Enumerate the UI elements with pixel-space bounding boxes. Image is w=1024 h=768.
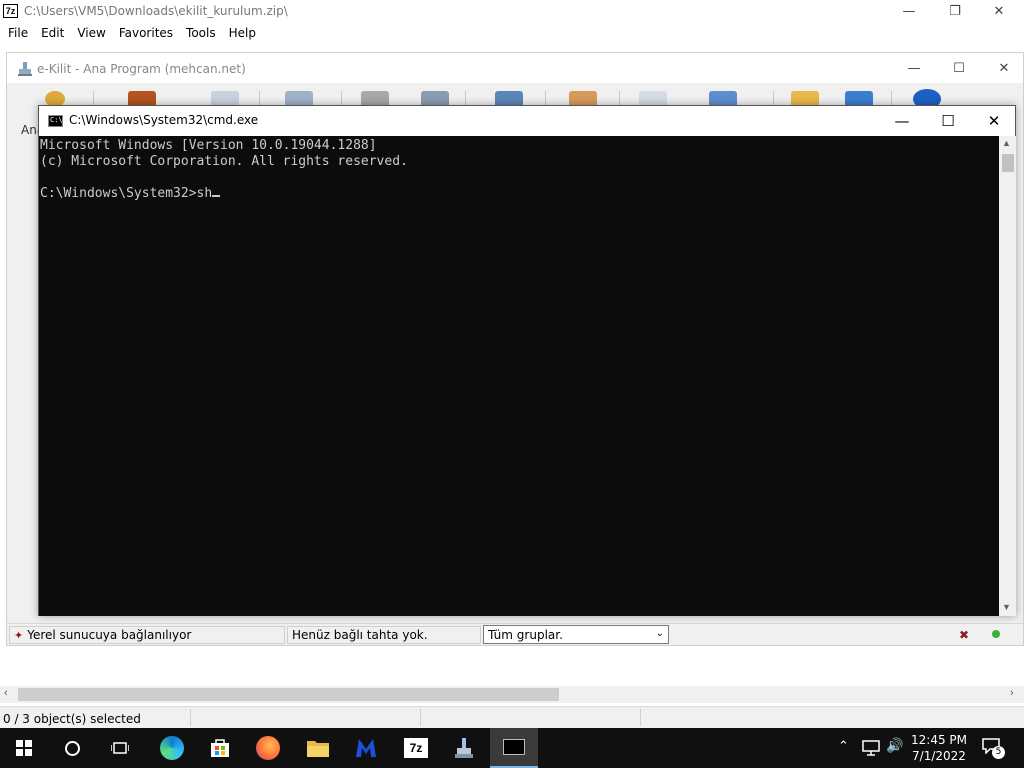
- notification-count-badge: 5: [992, 746, 1005, 759]
- menu-tools[interactable]: Tools: [186, 26, 216, 40]
- menu-edit[interactable]: Edit: [41, 26, 64, 40]
- zip-minimize-button[interactable]: —: [886, 0, 932, 22]
- chevron-down-icon: ⌄: [655, 628, 664, 639]
- taskbar: 7z ⌃ 🔊 12:45 PM 7/1/2022 5: [0, 728, 1024, 768]
- zip-scroll-thumb[interactable]: [18, 688, 559, 701]
- search-button[interactable]: [48, 728, 96, 768]
- group-select-value: Tüm gruplar.: [488, 627, 563, 642]
- ekilit-minimize-button[interactable]: —: [891, 57, 937, 79]
- ekilit-close-button[interactable]: ✕: [981, 57, 1024, 79]
- cmd-scroll-thumb[interactable]: [1002, 154, 1014, 172]
- cmd-minimize-button[interactable]: —: [879, 106, 925, 136]
- taskbar-firefox[interactable]: [244, 728, 292, 768]
- firefox-icon: [256, 736, 280, 760]
- malwarebytes-icon: [356, 739, 376, 757]
- ekilit-title: e-Kilit - Ana Program (mehcan.net): [37, 62, 246, 76]
- status-divider: [190, 709, 191, 726]
- console-line: Microsoft Windows [Version 10.0.19044.12…: [40, 138, 377, 153]
- edge-icon: [160, 736, 184, 760]
- taskbar-file-explorer[interactable]: [294, 728, 342, 768]
- action-center-button[interactable]: 5: [982, 738, 1006, 759]
- file-explorer-icon: [307, 741, 329, 757]
- taskbar-store[interactable]: [196, 728, 244, 768]
- ekilit-app-icon: [18, 62, 32, 76]
- console-prompt: C:\Windows\System32>sh: [40, 186, 213, 201]
- console-output[interactable]: Microsoft Windows [Version 10.0.19044.12…: [39, 136, 999, 616]
- cmd-title: C:\Windows\System32\cmd.exe: [69, 113, 259, 127]
- ekilit-icon: [455, 738, 473, 758]
- ekilit-maximize-button[interactable]: ☐: [936, 57, 982, 79]
- zip-window-title: C:\Users\VM5\Downloads\ekilit_kurulum.zi…: [24, 4, 288, 18]
- status-board-text: Henüz bağlı tahta yok.: [292, 628, 428, 642]
- task-view-button[interactable]: [96, 728, 144, 768]
- taskbar-malwarebytes[interactable]: [342, 728, 390, 768]
- cmd-titlebar: C:\ C:\Windows\System32\cmd.exe — ☐ ✕: [39, 106, 1015, 136]
- store-icon: [211, 739, 229, 757]
- ekilit-titlebar: e-Kilit - Ana Program (mehcan.net) — ☐ ✕: [7, 53, 1023, 83]
- cmd-vertical-scrollbar[interactable]: ▲ ▼: [999, 136, 1016, 616]
- taskbar-ekilit[interactable]: [440, 728, 488, 768]
- status-led-icon: [992, 630, 1000, 638]
- 7zip-logo-icon: 7z: [3, 4, 18, 18]
- status-connection: ✦ Yerel sunucuya bağlanılıyor: [9, 626, 285, 644]
- taskbar-edge[interactable]: [148, 728, 196, 768]
- show-hidden-icons-chevron-icon[interactable]: ⌃: [838, 739, 849, 754]
- clock[interactable]: 12:45 PM 7/1/2022: [908, 732, 970, 764]
- group-select[interactable]: Tüm gruplar. ⌄: [483, 625, 669, 644]
- clock-date: 7/1/2022: [912, 749, 966, 763]
- clock-time: 12:45 PM: [911, 733, 967, 747]
- status-divider: [420, 709, 421, 726]
- scroll-right-arrow-icon[interactable]: ›: [1010, 687, 1014, 699]
- menu-view[interactable]: View: [77, 26, 105, 40]
- disconnected-plug-icon: ✖: [959, 628, 970, 642]
- search-icon: [64, 740, 80, 756]
- zip-menubar: File Edit View Favorites Tools Help: [0, 22, 1024, 44]
- status-connection-text: Yerel sunucuya bağlanılıyor: [27, 628, 192, 642]
- menu-help[interactable]: Help: [229, 26, 256, 40]
- menu-favorites[interactable]: Favorites: [119, 26, 173, 40]
- zip-statusbar: 0 / 3 object(s) selected: [0, 706, 1024, 728]
- windows-logo-icon: [16, 740, 32, 756]
- zip-status-text: 0 / 3 object(s) selected: [3, 712, 141, 726]
- cmd-icon: [503, 739, 525, 755]
- ekilit-statusbar: ✦ Yerel sunucuya bağlanılıyor Henüz bağl…: [7, 623, 1023, 645]
- console-prompt-line: C:\Windows\System32>sh: [40, 186, 999, 202]
- taskbar-cmd[interactable]: [490, 728, 538, 768]
- cmd-window-icon: C:\: [48, 115, 63, 127]
- zip-close-button[interactable]: ✕: [976, 0, 1022, 22]
- cmd-close-button[interactable]: ✕: [971, 106, 1017, 136]
- menu-file[interactable]: File: [8, 26, 28, 40]
- scroll-left-arrow-icon[interactable]: ‹: [4, 687, 8, 699]
- status-divider: [640, 709, 641, 726]
- network-icon[interactable]: [862, 740, 880, 756]
- plug-icon: ✦: [14, 628, 24, 642]
- volume-icon[interactable]: 🔊: [886, 738, 903, 754]
- text-cursor: [212, 195, 221, 197]
- status-board: Henüz bağlı tahta yok.: [287, 626, 481, 644]
- scroll-up-arrow-icon[interactable]: ▲: [1002, 138, 1011, 148]
- console-line: (c) Microsoft Corporation. All rights re…: [40, 154, 408, 169]
- task-view-icon: [111, 742, 129, 754]
- zip-titlebar: 7z C:\Users\VM5\Downloads\ekilit_kurulum…: [0, 0, 1024, 22]
- cmd-maximize-button[interactable]: ☐: [925, 106, 971, 136]
- zip-restore-button[interactable]: ❐: [932, 0, 978, 22]
- scroll-down-arrow-icon[interactable]: ▼: [1002, 602, 1011, 612]
- cmd-window: C:\ C:\Windows\System32\cmd.exe — ☐ ✕ Mi…: [38, 105, 1016, 616]
- 7zip-icon: 7z: [404, 738, 428, 758]
- start-button[interactable]: [0, 728, 48, 768]
- taskbar-7zip[interactable]: 7z: [392, 728, 440, 768]
